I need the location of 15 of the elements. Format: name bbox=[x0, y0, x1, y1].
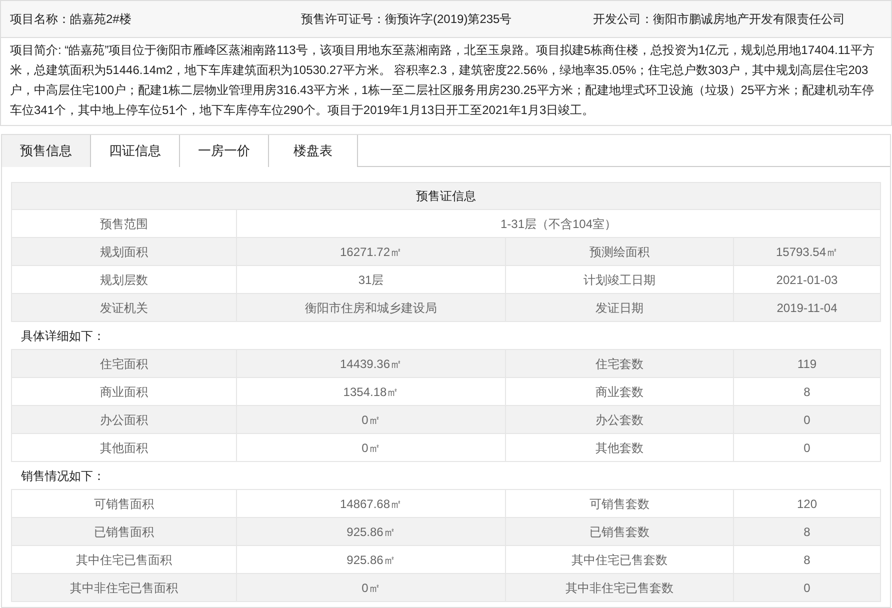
project-name: 项目名称：皓嘉苑2#楼 bbox=[9, 11, 132, 28]
tab[interactable]: 预售信息 bbox=[2, 135, 91, 167]
table-cell: 其中非住宅已售面积 bbox=[11, 574, 237, 602]
developer-name: 开发公司：衡阳市鹏诚房地产开发有限责任公司 bbox=[593, 11, 845, 28]
table-cell: 0 bbox=[734, 574, 881, 602]
table-cell: 其中非住宅已售套数 bbox=[506, 574, 734, 602]
tab[interactable]: 一房一价 bbox=[180, 135, 269, 167]
project-intro: 项目简介: “皓嘉苑”项目位于衡阳市雁峰区蒸湘南路113号，该项目用地东至蒸湘南路，北至玉泉路。项目拟建5栋商住楼，总投资为1亿元，规划总用地17404.11平方米，总建筑面积为51446.14m2，地下车库建筑面积为10530.27平方米。 容积率2.3，建筑密度22.56%，绿地率35.05%；住宅总户数303户，其中规划高层住宅203户，中高层住宅100户；配建1栋二层物业管理用房316.43平方米，1栋一至二层社区服务用房230.25平方米；配建地埋式环卫设施（垃圾）25平方米；配建机动车停车位341个，其中地上停车位51个，地下车库停车位290个。项目于2019年1月13日开工至2021年1月3日竣工。 bbox=[10, 42, 876, 119]
tab[interactable]: 楼盘表 bbox=[269, 135, 358, 167]
section-heading: 具体详细如下： bbox=[20, 328, 105, 344]
table-title: 预售证信息 bbox=[11, 182, 881, 210]
permit-number: 预售许可证号：衡预许字(2019)第235号 bbox=[301, 11, 513, 28]
section-heading: 销售情况如下： bbox=[20, 468, 105, 484]
table-cell: 0㎡ bbox=[237, 574, 506, 602]
tab[interactable]: 四证信息 bbox=[91, 135, 180, 167]
